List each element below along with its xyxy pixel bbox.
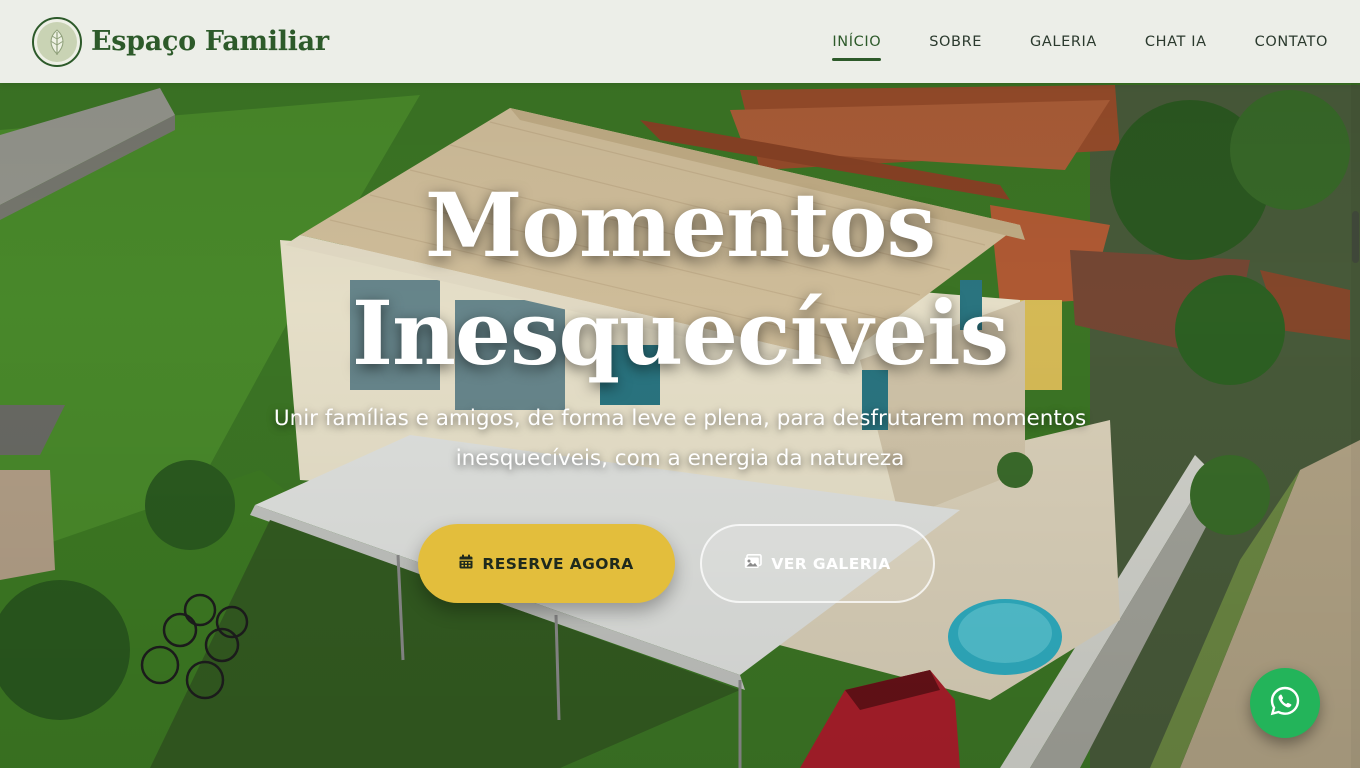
nav-item-chat-ia[interactable]: CHAT IA: [1145, 24, 1207, 60]
brand-home-link[interactable]: Espaço Familiar: [32, 16, 329, 67]
main-nav: INÍCIO SOBRE GALERIA CHAT IA CONTATO: [832, 0, 1328, 83]
calendar-icon: [459, 554, 473, 573]
page-scrollbar[interactable]: [1351, 83, 1360, 768]
hero-title-line-1: Momentos: [424, 173, 936, 277]
hero-subtitle: Unir famílias e amigos, de forma leve e …: [273, 406, 1087, 471]
nav-item-galeria[interactable]: GALERIA: [1030, 24, 1097, 60]
nav-item-contato[interactable]: CONTATO: [1255, 24, 1328, 60]
leaf-icon: [32, 16, 82, 67]
image-icon: [744, 554, 763, 573]
nav-item-inicio[interactable]: INÍCIO: [832, 24, 882, 61]
hero-title-line-2: Inesquecíveis: [351, 281, 1009, 385]
whatsapp-button[interactable]: [1250, 668, 1320, 738]
reserve-now-label: RESERVE AGORA: [482, 554, 634, 573]
view-gallery-button[interactable]: VER GALERIA: [700, 524, 935, 603]
brand-name: Espaço Familiar: [91, 26, 329, 57]
reserve-now-button[interactable]: RESERVE AGORA: [418, 524, 675, 603]
hero-content: Momentos Inesquecíveis Unir famílias e a…: [0, 83, 1360, 768]
nav-item-sobre[interactable]: SOBRE: [929, 24, 982, 60]
site-header: Espaço Familiar INÍCIO SOBRE GALERIA CHA…: [0, 0, 1360, 83]
scrollbar-thumb[interactable]: [1352, 211, 1359, 263]
whatsapp-icon: [1269, 685, 1301, 722]
view-gallery-label: VER GALERIA: [771, 554, 891, 573]
hero-title: Momentos Inesquecíveis: [0, 171, 1360, 387]
